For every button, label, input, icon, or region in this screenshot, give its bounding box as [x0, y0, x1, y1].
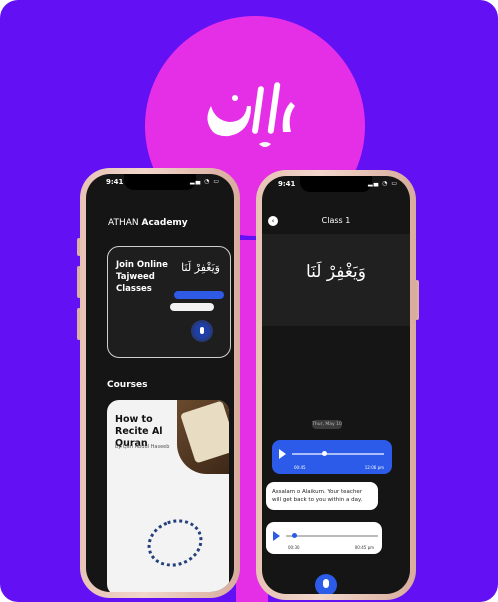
arabic-verse-panel: وَيَغْفِرْ لَنَا: [262, 234, 410, 326]
promo-arabic: وَيَغْفِرْ لَنَا: [181, 261, 220, 274]
microphone-icon: [194, 323, 210, 339]
phone-left: 9:41 ▂▄ ◔ ▭ ATHAN Academy Join Online Ta…: [77, 168, 240, 598]
play-icon[interactable]: [273, 531, 280, 541]
courses-heading: Courses: [107, 380, 148, 390]
status-time: 9:41: [106, 178, 124, 186]
audio-progress[interactable]: [286, 533, 378, 538]
audio-scrubber[interactable]: [292, 533, 297, 538]
audio-message-received[interactable]: 00:30 00:45 pm: [266, 522, 382, 554]
audio-message-sent[interactable]: 00:45 12:06 pm: [272, 440, 392, 474]
course-card[interactable]: How to Recite Al Quran by Qari Abdul Has…: [107, 400, 229, 592]
microphone-icon[interactable]: [315, 574, 337, 594]
mini-audio-bubble: [174, 291, 224, 299]
course-author: by Qari Abdul Haseeb: [115, 444, 170, 450]
athan-calligraphy-logo-icon: [207, 82, 295, 147]
brand-prefix: ATHAN: [108, 218, 139, 228]
audio-scrubber[interactable]: [322, 451, 327, 456]
mini-audio-bubble: [170, 303, 214, 311]
class-title: Class 1: [321, 216, 351, 225]
play-icon[interactable]: [279, 449, 286, 459]
phone-screen: 9:41 ▂▄ ◔ ▭ ATHAN Academy Join Online Ta…: [86, 174, 234, 592]
status-icons: ▂▄ ◔ ▭: [368, 180, 398, 187]
audio-elapsed: 00:30: [288, 545, 300, 550]
arabic-verse: وَيَغْفِرْ لَنَا: [305, 262, 366, 282]
showcase-canvas: 9:41 ▂▄ ◔ ▭ ATHAN Academy Join Online Ta…: [0, 0, 498, 602]
brand-title: ATHAN Academy: [108, 218, 188, 228]
text-message: Assalam o Alaikum. Your teacher will get…: [266, 482, 378, 510]
status-time: 9:41: [278, 180, 296, 188]
notch: [124, 174, 196, 190]
date-chip: Thur, May 10: [312, 420, 342, 429]
audio-progress[interactable]: [292, 451, 384, 456]
phone-screen: 9:41 ▂▄ ◔ ▭ ‹ Class 1 وَيَغْفِرْ لَنَا T…: [262, 176, 410, 594]
prayer-beads-image: [140, 511, 210, 575]
audio-time: 12:06 pm: [364, 465, 384, 470]
notch: [300, 176, 372, 192]
audio-time: 00:45 pm: [354, 545, 374, 550]
audio-elapsed: 00:45: [294, 465, 306, 470]
brand-suffix: Academy: [141, 218, 188, 228]
phone-right: 9:41 ▂▄ ◔ ▭ ‹ Class 1 وَيَغْفِرْ لَنَا T…: [256, 170, 419, 600]
promo-card[interactable]: Join Online Tajweed Classes وَيَغْفِرْ ل…: [107, 246, 231, 358]
promo-title: Join Online Tajweed Classes: [116, 260, 168, 294]
status-icons: ▂▄ ◔ ▭: [190, 178, 220, 185]
